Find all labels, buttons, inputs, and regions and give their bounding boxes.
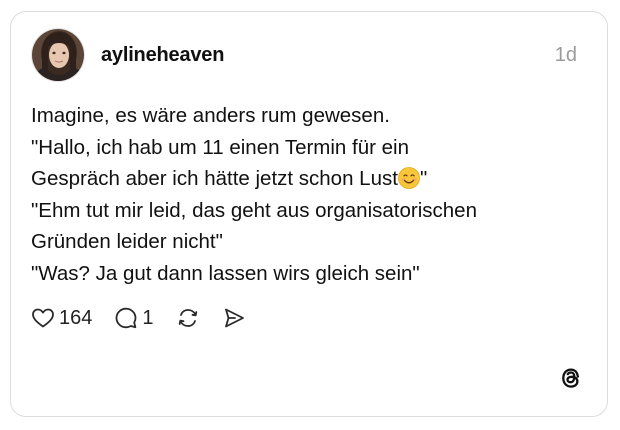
post-line: Gespräch aber ich hätte jetzt schon Lust… [31,163,600,195]
repost-icon [178,309,197,327]
post-actions: 164 1 [31,303,268,333]
avatar[interactable] [31,28,85,82]
post-line-text: " [419,167,428,190]
post-line: "Hallo, ich hab um 11 einen Termin für e… [31,135,409,159]
post-line: Gründen leider nicht" [31,230,223,253]
smiling-face-emoji-icon [398,167,420,189]
reply-button[interactable]: 1 [114,306,154,330]
heart-icon [32,308,54,328]
repost-button[interactable] [176,306,200,330]
like-count: 164 [59,306,93,329]
post-line: "Ehm tut mir leid, das geht aus organisa… [31,198,477,222]
avatar-image [32,29,84,81]
post-line-text: Gespräch aber ich hätte jetzt schon Lust [31,167,398,190]
reply-count: 1 [142,306,154,329]
post-time: 1d [554,43,577,66]
send-icon [224,308,244,328]
post-text: Imagine, es wäre anders rum gewesen. "Ha… [31,100,600,289]
post-line: Imagine, es wäre anders rum gewesen. [31,104,390,127]
post-line: "Was? Ja gut dann lassen wirs gleich sei… [31,261,420,285]
post-header: aylineheaven 1d [31,27,590,83]
comment-icon [115,307,137,329]
like-button[interactable]: 164 [31,306,92,330]
threads-logo-icon[interactable] [557,364,585,392]
username[interactable]: aylineheaven [101,44,224,67]
share-button[interactable] [222,306,246,330]
